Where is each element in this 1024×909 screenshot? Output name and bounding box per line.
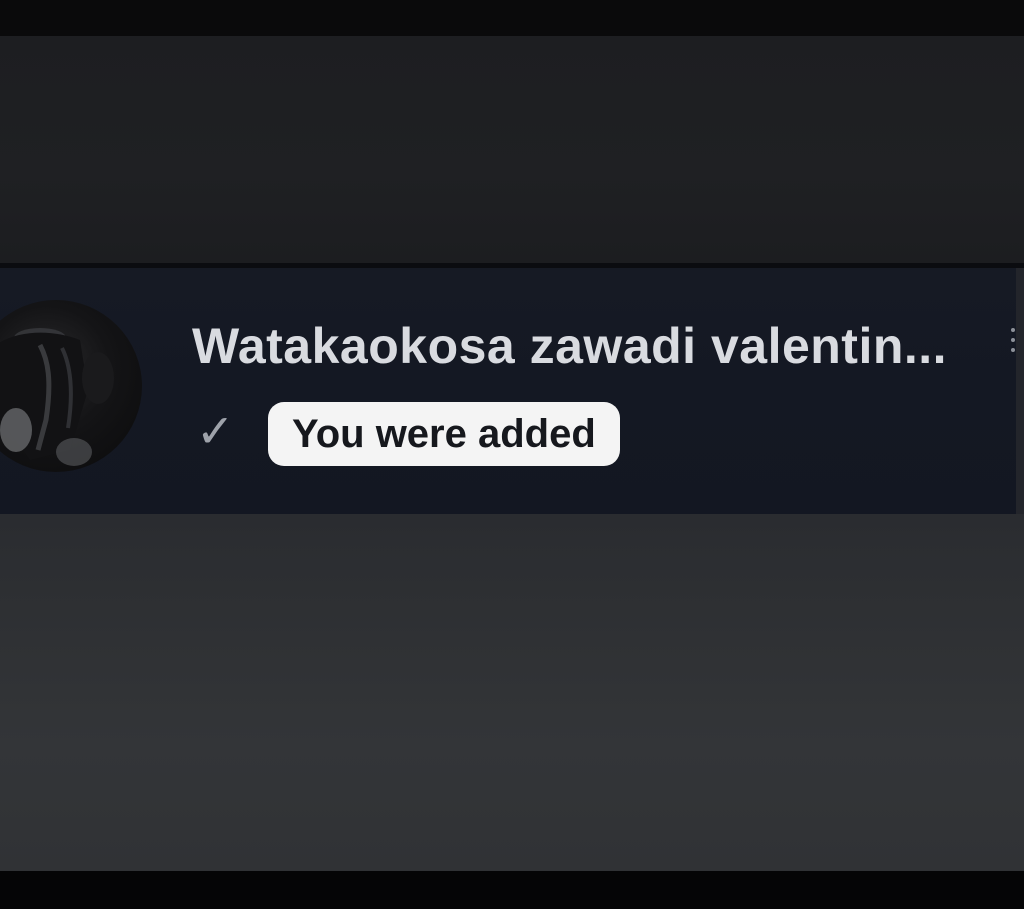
chat-list-item-edge <box>1016 268 1024 514</box>
top-bar <box>0 0 1024 36</box>
chat-title: Watakaokosa zawadi valentin... <box>192 318 948 374</box>
check-icon: ✓ <box>196 404 235 458</box>
upper-empty-area <box>0 36 1024 264</box>
dot <box>1011 348 1015 352</box>
screen: Watakaokosa zawadi valentin... ✓ You wer… <box>0 0 1024 909</box>
bottom-bar <box>0 871 1024 909</box>
dot <box>1011 338 1015 342</box>
chat-list-item[interactable] <box>0 268 1016 514</box>
lower-empty-area <box>0 514 1024 871</box>
more-vertical-icon[interactable] <box>1008 322 1018 372</box>
status-badge: You were added <box>268 402 620 466</box>
dot <box>1011 328 1015 332</box>
